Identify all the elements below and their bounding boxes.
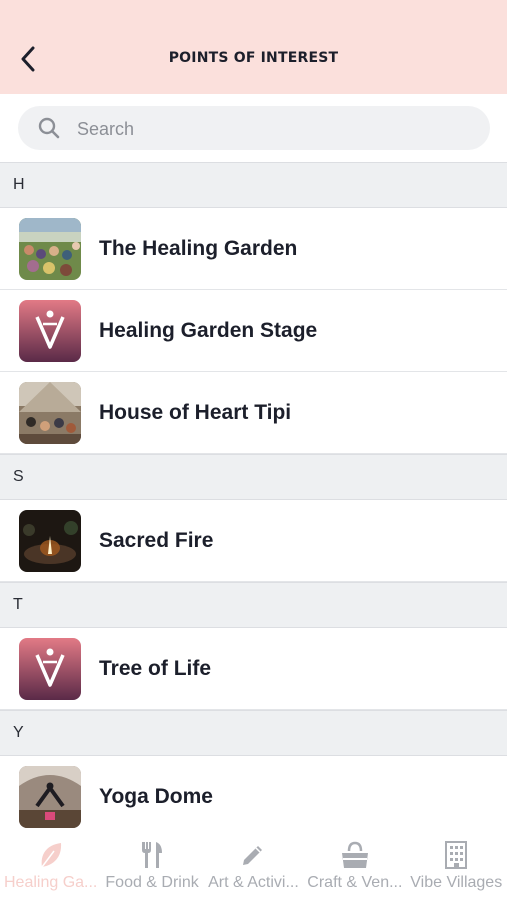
list-item[interactable]: Yoga Dome bbox=[0, 756, 507, 838]
list-item-label: Tree of Life bbox=[99, 656, 212, 680]
section-header-h: H bbox=[0, 162, 507, 208]
thumbnail-tipi-photo bbox=[19, 381, 81, 444]
list-item[interactable]: Sacred Fire bbox=[0, 500, 507, 582]
tab-food-drink[interactable]: Food & Drink bbox=[101, 830, 202, 900]
section-header-y: Y bbox=[0, 710, 507, 756]
thumbnail-yoga-photo bbox=[19, 765, 81, 828]
list-item[interactable]: Tree of Life bbox=[0, 628, 507, 710]
bottom-tab-bar: Healing Ga... Food & Drink Art & Activi.… bbox=[0, 830, 507, 900]
list-item-label: Yoga Dome bbox=[99, 784, 213, 808]
section-header-t: T bbox=[0, 582, 507, 628]
tab-healing-garden[interactable]: Healing Ga... bbox=[0, 830, 101, 900]
list-item-label: Healing Garden Stage bbox=[99, 318, 318, 342]
section-header-s: S bbox=[0, 454, 507, 500]
list-item[interactable]: The Healing Garden bbox=[0, 208, 507, 290]
tab-art-activities[interactable]: Art & Activi... bbox=[203, 830, 304, 900]
fork-knife-icon bbox=[142, 842, 163, 868]
pencil-icon bbox=[243, 846, 263, 865]
leaf-icon bbox=[41, 843, 61, 868]
list-item[interactable]: House of Heart Tipi bbox=[0, 372, 507, 454]
search-bar: Search bbox=[0, 94, 507, 162]
list-item-label: Sacred Fire bbox=[99, 528, 214, 552]
search-input[interactable]: Search bbox=[18, 106, 490, 150]
tab-craft-vendors[interactable]: Craft & Ven... bbox=[304, 830, 405, 900]
list-item-label: House of Heart Tipi bbox=[99, 400, 292, 424]
shopping-bag-icon bbox=[341, 841, 368, 868]
page-title: POINTS OF INTEREST bbox=[168, 50, 339, 66]
thumbnail-crowd-photo bbox=[19, 217, 81, 280]
tab-label: Food & Drink bbox=[105, 874, 199, 891]
tab-label: Craft & Ven... bbox=[307, 874, 403, 891]
thumbnail-brand-logo bbox=[19, 299, 81, 362]
search-placeholder: Search bbox=[77, 119, 135, 139]
list-item[interactable]: Healing Garden Stage bbox=[0, 290, 507, 372]
tab-label: Art & Activi... bbox=[208, 874, 299, 891]
app-header: POINTS OF INTEREST bbox=[0, 0, 507, 94]
thumbnail-fire-photo bbox=[19, 509, 81, 572]
tab-vibe-villages[interactable]: Vibe Villages bbox=[406, 830, 507, 900]
search-icon bbox=[38, 117, 60, 139]
poi-list: H The Healing Garden Healing Garden Stag… bbox=[0, 162, 507, 838]
tab-label: Healing Ga... bbox=[3, 874, 98, 891]
list-item-label: The Healing Garden bbox=[99, 236, 298, 260]
building-icon bbox=[445, 841, 468, 869]
thumbnail-brand-logo bbox=[19, 637, 81, 700]
tab-label: Vibe Villages bbox=[410, 874, 503, 891]
